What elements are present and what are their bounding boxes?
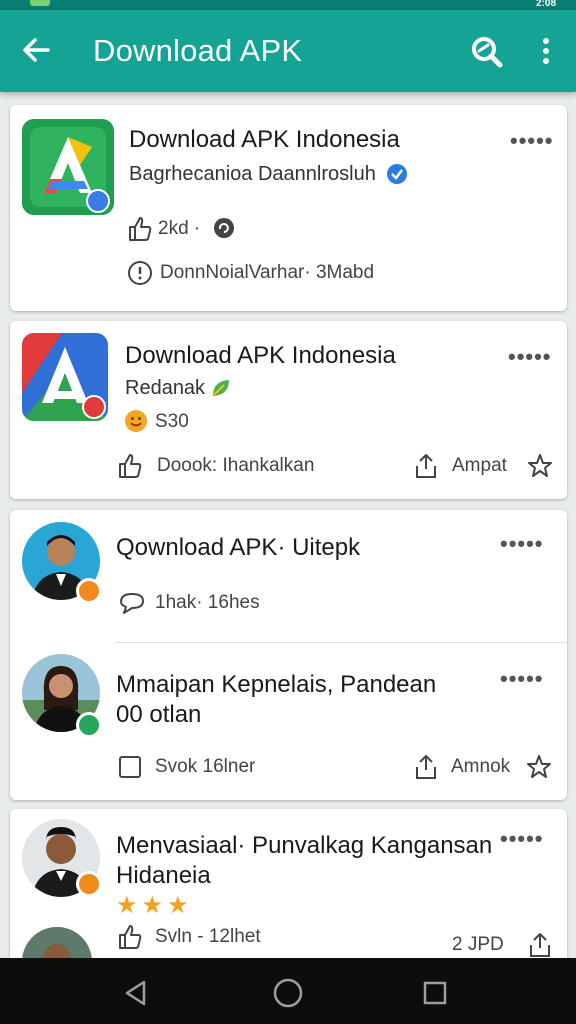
more-horiz-icon[interactable]: ••••• <box>500 668 544 690</box>
app-badge-icon <box>86 189 110 213</box>
thumbs-up-icon[interactable] <box>116 452 144 480</box>
avatar-badge-icon <box>76 578 102 604</box>
sync-icon <box>213 217 235 239</box>
info-icon <box>126 259 154 287</box>
avatar[interactable] <box>22 927 92 958</box>
action-left[interactable]: Doook: Ihankalkan <box>157 454 314 478</box>
card-title: Mmaipan Kepnelais, Pandean <box>116 671 437 698</box>
more-horiz-icon[interactable]: ••••• <box>510 130 554 152</box>
comment-icon[interactable] <box>118 589 146 617</box>
thumbs-up-icon[interactable] <box>126 215 154 243</box>
leaf-icon <box>210 377 232 399</box>
nav-back-icon[interactable] <box>119 976 153 1010</box>
search-icon[interactable] <box>468 34 504 70</box>
card-subtitle: Redanak <box>125 377 206 399</box>
more-vert-icon[interactable] <box>534 36 558 66</box>
rating-stars: ★★★ <box>116 892 193 919</box>
thumbs-up-icon[interactable] <box>116 923 144 951</box>
feed-card[interactable]: Menvasiaal· Punvalkag Kangansan Hidaneia… <box>10 809 567 958</box>
share-icon[interactable] <box>526 931 554 958</box>
app-logo-icon <box>22 333 108 421</box>
feed-card[interactable]: Download APK Indonesia ••••• Bagrhecanio… <box>10 105 567 311</box>
more-horiz-icon[interactable]: ••••• <box>500 828 544 850</box>
card-comments: 1hak· 16hes <box>155 592 260 613</box>
share-icon[interactable] <box>412 753 440 781</box>
action-left[interactable]: Svln - 12lhet <box>155 925 261 949</box>
action-right[interactable]: Amnok <box>451 755 510 779</box>
more-horiz-icon[interactable]: ••••• <box>500 533 544 555</box>
app-badge-icon <box>82 395 106 419</box>
arrow-left-icon[interactable] <box>20 34 52 66</box>
card-title: Qownload APK· Uitepk <box>116 534 361 561</box>
feed-card[interactable]: Download APK Indonesia ••••• Redanak S30… <box>10 321 567 499</box>
card-title-line2: 00 otlan <box>116 701 202 728</box>
feed-card[interactable]: Qownload APK· Uitepk ••••• 1hak· 16hes M… <box>10 510 567 800</box>
card-stat: 2kd · <box>158 218 201 239</box>
status-time: 2:08 <box>535 0 556 9</box>
avatar-badge-icon <box>76 871 102 897</box>
feed: Download APK Indonesia ••••• Bagrhecanio… <box>0 92 576 958</box>
action-right[interactable]: 2 JPD <box>452 933 504 957</box>
app-logo-icon <box>22 119 114 215</box>
card-title: Download APK Indonesia <box>129 126 400 153</box>
action-left[interactable]: Svok 16lner <box>155 755 255 779</box>
avatar-badge-icon <box>76 712 102 738</box>
more-horiz-icon[interactable]: ••••• <box>508 346 552 368</box>
card-info: DonnNoialVarhar· 3Mabd <box>160 262 375 283</box>
star-outline-icon[interactable] <box>525 753 553 781</box>
share-icon[interactable] <box>412 452 440 480</box>
page-title: Download APK <box>93 33 303 68</box>
app-bar: Download APK <box>0 10 576 92</box>
card-title: Menvasiaal· Punvalkag Kangansan <box>116 832 493 859</box>
nav-home-icon[interactable] <box>271 976 305 1010</box>
star-outline-icon[interactable] <box>526 452 554 480</box>
verified-check-icon <box>386 163 408 185</box>
card-subtitle: Bagrhecanioa Daannlrosluh <box>129 163 376 185</box>
nav-recents-icon[interactable] <box>418 976 452 1010</box>
action-right[interactable]: Ampat <box>452 454 507 478</box>
emoji-icon <box>124 409 148 433</box>
card-title: Download APK Indonesia <box>125 342 396 369</box>
divider <box>115 642 567 643</box>
status-bar: 2:08 <box>0 0 576 10</box>
card-title-line2: Hidaneia <box>116 862 211 889</box>
system-nav-bar <box>0 958 576 1024</box>
notification-icon <box>30 0 50 6</box>
card-rating: S30 <box>155 411 189 432</box>
checkbox-icon[interactable] <box>116 753 144 781</box>
